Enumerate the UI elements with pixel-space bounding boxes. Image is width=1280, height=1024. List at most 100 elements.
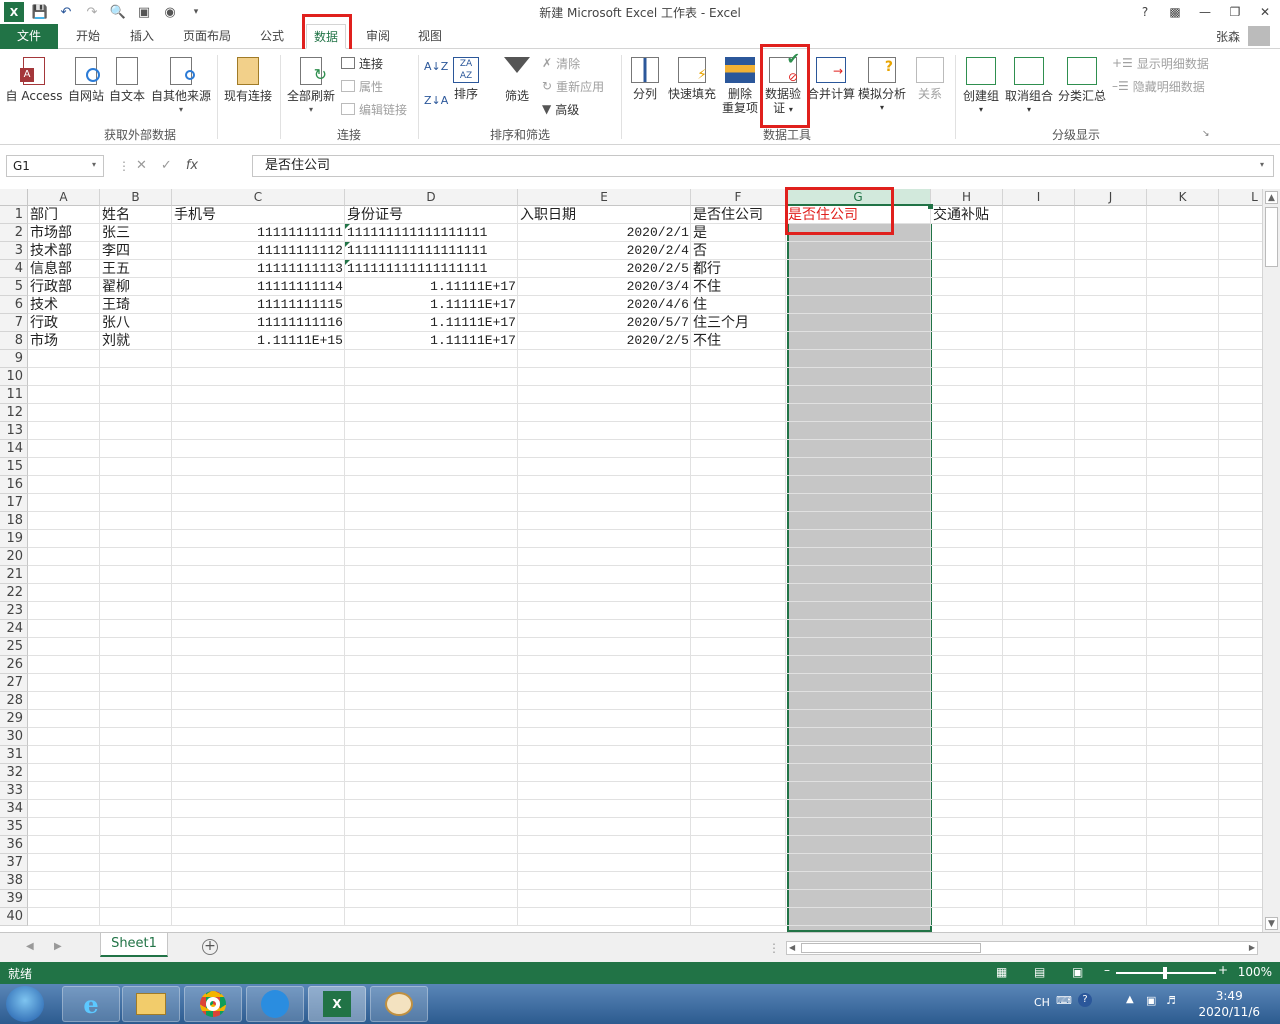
cell-f2[interactable]: 是: [691, 224, 709, 242]
file-explorer-icon[interactable]: [122, 986, 180, 1022]
header-cell-b[interactable]: 姓名: [100, 206, 132, 224]
scroll-right-icon[interactable]: ▶: [1249, 943, 1255, 952]
horizontal-scrollbar[interactable]: ◀ ▶: [786, 941, 1258, 955]
cell-e7[interactable]: 2020/5/7: [518, 314, 691, 332]
row-header-6[interactable]: 6: [0, 296, 28, 314]
tab-insert[interactable]: 插入: [124, 24, 160, 49]
row-header-38[interactable]: 38: [0, 872, 28, 890]
column-header-d[interactable]: D: [345, 189, 518, 206]
cell-a8[interactable]: 市场: [28, 332, 60, 350]
group-button[interactable]: 创建组 ▾: [960, 57, 1002, 117]
from-access-button[interactable]: A 自 Access: [4, 57, 64, 103]
row-header-24[interactable]: 24: [0, 620, 28, 638]
ie-icon[interactable]: e: [62, 986, 120, 1022]
row-header-16[interactable]: 16: [0, 476, 28, 494]
messenger-icon[interactable]: [246, 986, 304, 1022]
page-break-view-icon[interactable]: ▣: [1072, 965, 1083, 979]
row-header-9[interactable]: 9: [0, 350, 28, 368]
cell-f7[interactable]: 住三个月: [691, 314, 751, 332]
zoom-out-icon[interactable]: –: [1104, 963, 1110, 977]
row-header-19[interactable]: 19: [0, 530, 28, 548]
cell-c6[interactable]: 11111111115: [172, 296, 345, 314]
tab-home[interactable]: 开始: [70, 24, 106, 49]
cell-b6[interactable]: 王琦: [100, 296, 132, 314]
cell-c4[interactable]: 11111111113: [172, 260, 345, 278]
row-header-2[interactable]: 2: [0, 224, 28, 242]
column-header-k[interactable]: K: [1147, 189, 1219, 206]
tray-expand-icon[interactable]: ▲: [1126, 994, 1134, 1005]
tab-page-layout[interactable]: 页面布局: [178, 24, 236, 49]
help-tray-icon[interactable]: ?: [1078, 993, 1092, 1007]
row-header-32[interactable]: 32: [0, 764, 28, 782]
row-header-8[interactable]: 8: [0, 332, 28, 350]
tab-review[interactable]: 审阅: [360, 24, 396, 49]
zoom-slider-thumb[interactable]: [1163, 967, 1167, 979]
text-to-columns-button[interactable]: 分列: [626, 57, 664, 101]
error-indicator-icon[interactable]: [345, 260, 350, 265]
flash-fill-button[interactable]: ⚡ 快速填充: [666, 57, 718, 101]
cell-d2[interactable]: 111111111111111111: [345, 224, 489, 242]
row-header-29[interactable]: 29: [0, 710, 28, 728]
sort-button[interactable]: ZA AZ 排序: [450, 57, 482, 101]
sheet-tab[interactable]: Sheet1: [100, 933, 168, 957]
zoom-level[interactable]: 100%: [1238, 965, 1272, 979]
advanced-filter-button[interactable]: ▼ 高级: [542, 100, 579, 118]
cell-e2[interactable]: 2020/2/1: [518, 224, 691, 242]
dialog-launcher-icon[interactable]: ↘: [1202, 129, 1210, 139]
row-header-11[interactable]: 11: [0, 386, 28, 404]
reapply-button[interactable]: ↻ 重新应用: [542, 77, 604, 95]
header-cell-a[interactable]: 部门: [28, 206, 60, 224]
cell-c8[interactable]: 1.11111E+15: [172, 332, 345, 350]
row-header-20[interactable]: 20: [0, 548, 28, 566]
show-detail-button[interactable]: +☰ 显示明细数据: [1112, 54, 1209, 72]
row-header-4[interactable]: 4: [0, 260, 28, 278]
insert-function-icon[interactable]: fx: [186, 155, 198, 177]
row-header-36[interactable]: 36: [0, 836, 28, 854]
row-header-10[interactable]: 10: [0, 368, 28, 386]
from-other-sources-button[interactable]: 自其他来源 ▾: [148, 57, 214, 117]
row-header-40[interactable]: 40: [0, 908, 28, 926]
clear-filter-button[interactable]: ✗ 清除: [542, 54, 580, 72]
row-header-22[interactable]: 22: [0, 584, 28, 602]
row-header-37[interactable]: 37: [0, 854, 28, 872]
column-header-f[interactable]: F: [691, 189, 786, 206]
sort-descending-button[interactable]: Z↓A: [424, 93, 448, 108]
existing-connections-button[interactable]: 现有连接: [220, 57, 276, 103]
minimize-icon[interactable]: —: [1190, 0, 1220, 24]
cell-f3[interactable]: 否: [691, 242, 709, 260]
row-header-25[interactable]: 25: [0, 638, 28, 656]
row-header-5[interactable]: 5: [0, 278, 28, 296]
page-layout-view-icon[interactable]: ▤: [1034, 965, 1045, 979]
keyboard-icon[interactable]: ⌨: [1056, 994, 1072, 1007]
cell-e6[interactable]: 2020/4/6: [518, 296, 691, 314]
row-header-13[interactable]: 13: [0, 422, 28, 440]
header-cell-e[interactable]: 入职日期: [518, 206, 578, 224]
cell-e5[interactable]: 2020/3/4: [518, 278, 691, 296]
save-icon[interactable]: 💾: [30, 2, 50, 22]
customize-qat-icon[interactable]: ▾: [186, 2, 206, 22]
user-name[interactable]: 张森: [1216, 28, 1240, 45]
cell-b3[interactable]: 李四: [100, 242, 132, 260]
volume-icon[interactable]: ♬: [1166, 994, 1176, 1007]
cell-a3[interactable]: 技术部: [28, 242, 74, 260]
cell-d5[interactable]: 1.11111E+17: [345, 278, 518, 296]
row-header-3[interactable]: 3: [0, 242, 28, 260]
row-header-33[interactable]: 33: [0, 782, 28, 800]
sheet-next-icon[interactable]: ▶: [54, 941, 62, 952]
cell-d3[interactable]: 111111111111111111: [345, 242, 489, 260]
column-header-c[interactable]: C: [172, 189, 345, 206]
ribbon-display-icon[interactable]: ▩: [1160, 0, 1190, 24]
redo-icon[interactable]: ↷: [82, 2, 102, 22]
column-header-h[interactable]: H: [931, 189, 1003, 206]
row-header-31[interactable]: 31: [0, 746, 28, 764]
row-header-39[interactable]: 39: [0, 890, 28, 908]
header-cell-f[interactable]: 是否住公司: [691, 206, 765, 224]
cell-f5[interactable]: 不住: [691, 278, 723, 296]
column-header-j[interactable]: J: [1075, 189, 1147, 206]
remove-duplicates-button[interactable]: 删除 重复项: [720, 57, 760, 115]
row-header-26[interactable]: 26: [0, 656, 28, 674]
scroll-thumb[interactable]: [1265, 207, 1278, 267]
expand-formula-bar-icon[interactable]: ▾: [1260, 160, 1264, 169]
connections-button[interactable]: 连接: [341, 54, 383, 72]
cell-f6[interactable]: 住: [691, 296, 709, 314]
